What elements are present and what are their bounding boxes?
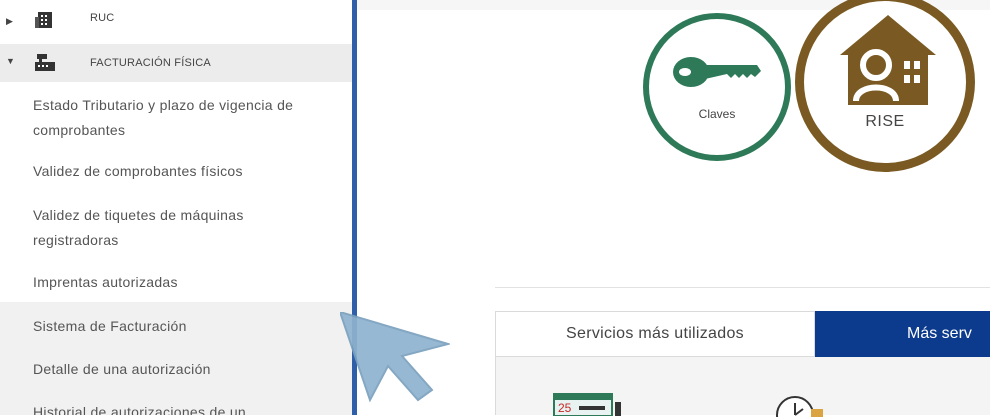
tab-servicios-mas-utilizados[interactable]: Servicios más utilizados <box>495 311 815 357</box>
sidebar-link-validez-tiquetes[interactable]: Validez de tiquetes de máquinas <box>33 203 333 227</box>
sidebar-link-estado-tributario-cont[interactable]: comprobantes <box>33 118 333 142</box>
section-divider <box>495 287 990 288</box>
sidebar-section-label: FACTURACIÓN FÍSICA <box>90 57 211 69</box>
calendar-icon[interactable]: 25 <box>553 390 625 416</box>
sidebar-link-validez-comprobantes[interactable]: Validez de comprobantes físicos <box>33 159 333 183</box>
sidebar-link-historial[interactable]: Historial de autorizaciones de un <box>33 400 333 415</box>
caret-right-icon: ▶ <box>6 15 13 26</box>
sidebar-section-label: RUC <box>90 12 115 24</box>
tile-label: Claves <box>698 107 736 121</box>
mouse-cursor-icon <box>340 312 450 402</box>
sidebar-link-sistema-facturacion[interactable]: Sistema de Facturación <box>33 314 333 338</box>
cash-register-icon <box>35 54 55 71</box>
sidebar-link-imprentas[interactable]: Imprentas autorizadas <box>33 270 333 294</box>
sidebar: ▶ RUC ▼ FACTURACIÓN FÍSICA Estado Tribut… <box>0 0 352 415</box>
services-panel: 25 <box>495 357 990 417</box>
services-tabs: Servicios más utilizados Más serv <box>495 311 990 357</box>
sidebar-link-estado-tributario[interactable]: Estado Tributario y plazo de vigencia de <box>33 93 333 117</box>
tile-rise[interactable]: RISE <box>795 0 975 172</box>
sidebar-section-facturacion[interactable]: ▼ FACTURACIÓN FÍSICA <box>0 44 352 82</box>
key-icon <box>673 57 761 87</box>
clock-icon[interactable] <box>773 395 825 417</box>
tile-claves[interactable]: Claves <box>643 13 791 161</box>
tile-label: RISE <box>865 113 905 130</box>
sidebar-section-ruc[interactable]: ▶ RUC <box>0 0 352 42</box>
tab-mas-servicios[interactable]: Más serv <box>815 311 990 357</box>
house-user-icon <box>840 15 936 105</box>
sidebar-link-detalle-autorizacion[interactable]: Detalle de una autorización <box>33 357 333 381</box>
caret-down-icon: ▼ <box>6 56 15 66</box>
sidebar-link-validez-tiquetes-cont[interactable]: registradoras <box>33 228 333 252</box>
building-icon <box>35 12 52 28</box>
calendar-day: 25 <box>558 401 572 415</box>
